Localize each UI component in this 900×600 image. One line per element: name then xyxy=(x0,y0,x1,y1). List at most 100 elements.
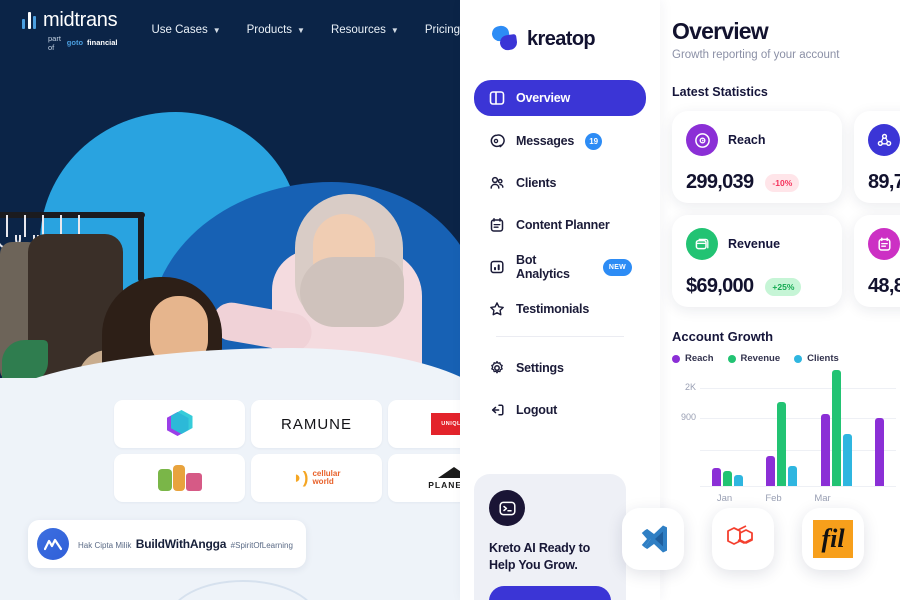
bar-revenue-jan[interactable] xyxy=(722,471,732,486)
sidebar-label-testimonials: Testimonials xyxy=(516,302,590,316)
nav-item-products[interactable]: Products ▼ xyxy=(247,24,305,36)
chevron-down-icon: ▼ xyxy=(212,25,221,35)
bar-revenue-feb[interactable] xyxy=(777,402,787,486)
client-logo-card[interactable] xyxy=(114,454,245,502)
chevron-down-icon: ▼ xyxy=(297,25,305,35)
nav-item-resources[interactable]: Resources ▼ xyxy=(331,24,399,36)
sidebar-label-clients: Clients xyxy=(516,176,557,190)
chart-x-axis: Jan Feb Mar xyxy=(700,488,896,508)
page-subtitle: Growth reporting of your account xyxy=(672,49,840,61)
dashboard-main: Overview Growth reporting of your accoun… xyxy=(660,0,900,600)
kreatop-brand-name: kreatop xyxy=(527,27,596,50)
bar-reach-feb[interactable] xyxy=(766,456,776,486)
filament-icon[interactable]: fil xyxy=(802,508,864,570)
stat-card-revenue[interactable]: Revenue $69,000 +25% xyxy=(672,215,842,307)
sidebar-item-settings[interactable]: Settings xyxy=(474,351,646,385)
share-nodes-icon xyxy=(868,124,900,156)
nav-label-use-cases: Use Cases xyxy=(151,24,208,36)
filament-logo-text: fil xyxy=(813,520,853,558)
account-growth-chart: 2K 900 Jan Feb Mar xyxy=(672,370,896,508)
sidebar-item-bot-analytics[interactable]: Bot Analytics NEW xyxy=(474,250,646,284)
legend-dot-reach xyxy=(672,354,680,363)
bar-reach-next[interactable] xyxy=(875,418,885,486)
midtrans-logo-mark-icon xyxy=(22,11,36,29)
kreto-ai-promo-card: Kreto AI Ready to Help You Grow. xyxy=(474,474,626,600)
watermark-line1: Hak Cipta Milik xyxy=(78,540,132,550)
midtrans-navbar: midtrans part of goto financial Use Case… xyxy=(0,0,460,60)
client-logo-card[interactable]: RAMUNE xyxy=(251,400,382,448)
chart-bars xyxy=(700,370,896,486)
midtrans-logo-text: midtrans xyxy=(43,8,118,31)
bar-revenue-mar[interactable] xyxy=(831,370,841,486)
hanger-icon xyxy=(0,215,21,249)
cellular-line2: world xyxy=(312,477,334,486)
logo-sub-prefix: part of xyxy=(48,33,61,52)
nav-label-pricing: Pricing xyxy=(424,24,460,36)
client-logo-card[interactable] xyxy=(114,400,245,448)
legend-label-clients: Clients xyxy=(807,353,839,364)
sidebar-item-messages[interactable]: Messages 19 xyxy=(474,124,646,158)
midtrans-marketing-page: midtrans part of goto financial Use Case… xyxy=(0,0,460,600)
bar-reach-mar[interactable] xyxy=(820,414,830,486)
chart-ytick-2k: 2K xyxy=(684,382,696,392)
bar-reach-jan[interactable] xyxy=(711,468,721,486)
page-title: Overview xyxy=(672,18,769,44)
stat-card-value-clipped-top: 89,77 xyxy=(868,171,900,193)
sidebar-label-bot-analytics: Bot Analytics xyxy=(516,253,570,281)
red-brand-logo-icon: UNIQLO xyxy=(430,413,460,435)
sidebar-item-logout[interactable]: Logout xyxy=(474,393,646,427)
chart-group-mar xyxy=(820,370,852,486)
legend-item-clients: Clients xyxy=(794,353,839,364)
stat-card-delta-reach: -10% xyxy=(765,173,800,192)
sidebar-item-overview[interactable]: Overview xyxy=(474,80,646,116)
legend-label-revenue: Revenue xyxy=(740,353,781,364)
nav-item-pricing[interactable]: Pricing xyxy=(425,24,460,36)
screenshot-root: midtrans part of goto financial Use Case… xyxy=(0,0,900,600)
legend-item-reach: Reach xyxy=(672,353,714,364)
client-logo-card[interactable]: PLANET C xyxy=(388,454,460,502)
midtrans-clients-section: RAMUNE UNIQLO ◗) cellular world xyxy=(0,378,460,600)
chart-xlabel-mar: Mar xyxy=(814,492,831,504)
legend-dot-revenue xyxy=(727,354,736,363)
stat-card-clipped-top[interactable]: 89,77 xyxy=(854,111,900,203)
hexagon-logo-icon xyxy=(166,410,193,438)
stat-card-label-reach: Reach xyxy=(728,133,766,147)
kreto-ai-cta-button[interactable] xyxy=(489,585,611,600)
planet-logo-icon: PLANET C xyxy=(428,466,460,490)
bar-clients-mar[interactable] xyxy=(842,434,852,486)
chart-ytick-900: 900 xyxy=(680,412,696,422)
nav-item-use-cases[interactable]: Use Cases ▼ xyxy=(151,24,220,36)
sidebar-item-content-planner[interactable]: Content Planner xyxy=(474,208,646,242)
clothing-rack-bar xyxy=(0,212,145,218)
midtrans-logo[interactable]: midtrans part of goto financial xyxy=(22,8,118,52)
midtrans-logo-subtitle: part of goto financial xyxy=(22,34,117,52)
gear-icon xyxy=(488,360,505,377)
laravel-icon[interactable] xyxy=(712,508,774,570)
sidebar-divider xyxy=(496,336,624,337)
chart-gridline xyxy=(700,486,896,487)
midtrans-hero-image xyxy=(0,52,460,382)
stat-card-reach[interactable]: Reach 299,039 -10% xyxy=(672,111,842,203)
client-logo-card[interactable]: ◗) cellular world xyxy=(251,454,382,502)
sidebar-label-logout: Logout xyxy=(516,403,558,417)
sidebar-item-testimonials[interactable]: Testimonials xyxy=(474,292,646,326)
sidebar-label-overview: Overview xyxy=(516,91,570,105)
chart-group-next xyxy=(875,418,885,486)
stat-card-value-reach: 299,039 xyxy=(686,171,754,193)
chart-group-feb xyxy=(766,402,798,486)
chart-bar-icon xyxy=(488,259,505,276)
kreatop-brand[interactable]: kreatop xyxy=(460,0,660,52)
stat-card-value-clipped-bottom: 48,8 xyxy=(868,275,900,297)
hanger-icon xyxy=(15,215,39,249)
stat-card-value-revenue: $69,000 xyxy=(686,275,754,297)
cards-icon xyxy=(686,228,718,260)
bar-clients-jan[interactable] xyxy=(733,475,743,486)
legend-dot-clients xyxy=(794,354,803,363)
vscode-icon[interactable] xyxy=(622,508,684,570)
bot-analytics-badge: NEW xyxy=(602,258,632,276)
client-logo-card[interactable]: UNIQLO xyxy=(388,400,460,448)
bar-clients-feb[interactable] xyxy=(788,466,798,486)
sidebar-item-clients[interactable]: Clients xyxy=(474,166,646,200)
users-icon xyxy=(488,175,505,192)
stat-card-clipped-bottom[interactable]: 48,8 xyxy=(854,215,900,307)
